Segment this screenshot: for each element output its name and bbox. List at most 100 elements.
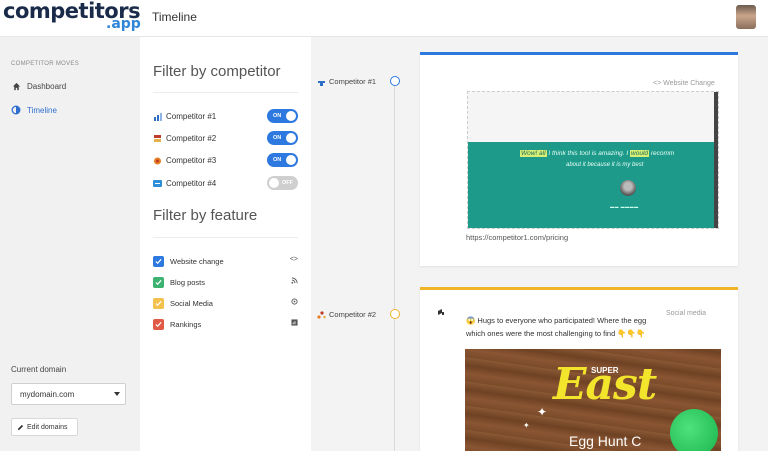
sparkle-icon: ✦ — [537, 405, 548, 419]
divider — [153, 237, 298, 238]
feature-filter-row[interactable]: Blog posts — [153, 276, 298, 288]
top-bar: competitors .app Timeline — [0, 0, 768, 37]
testimonial-avatar — [620, 180, 636, 196]
feature-filter-row[interactable]: Social Media — [153, 297, 298, 309]
toggle-knob — [269, 178, 279, 188]
user-avatar[interactable] — [736, 5, 756, 29]
social-media-card[interactable]: Social media 😱 Hugs to everyone who part… — [420, 287, 738, 451]
testimonial-text-line2: about it because it is my best — [566, 162, 644, 168]
divider — [153, 92, 298, 93]
screenshot-testimonial: Wow! all I think this tool is amazing. I… — [468, 142, 716, 228]
post-text: 😱 Hugs to everyone who participated! Whe… — [466, 316, 647, 338]
competitor-1-icon — [153, 112, 162, 121]
sidebar-item-label: Timeline — [27, 105, 57, 115]
code-icon: <> — [289, 256, 298, 263]
sidebar-item-timeline[interactable]: Timeline — [11, 105, 57, 115]
quote-text: I think this tool is amazing. I — [548, 150, 629, 157]
filter-panel: Filter by competitor Competitor #1 ON Co… — [140, 37, 311, 451]
domain-select[interactable]: mydomain.com — [11, 383, 126, 405]
timeline-icon — [11, 105, 21, 115]
testimonial-text: Wow! all I think this tool is amazing. I… — [520, 150, 674, 157]
competitor-3-icon — [153, 156, 162, 165]
card-type-tag: Social media — [666, 310, 707, 317]
competitor-name: Competitor #1 — [166, 111, 217, 121]
sparkle-icon: ✦ — [523, 421, 530, 430]
competitor-1-icon — [318, 81, 325, 86]
competitor-filter-row: Competitor #4 OFF — [153, 176, 298, 190]
page-title: Timeline — [152, 10, 197, 24]
current-domain-label: Current domain — [11, 365, 67, 374]
rss-icon — [291, 277, 298, 286]
checkbox-checked[interactable] — [153, 297, 164, 309]
home-icon — [11, 81, 21, 91]
filter-feature-title: Filter by feature — [153, 207, 258, 224]
highlight-added: Wow! all — [520, 150, 547, 157]
timeline-competitor-name: Competitor #1 — [329, 77, 377, 86]
website-screenshot[interactable]: Wow! all I think this tool is amazing. I… — [467, 91, 719, 229]
toggle-label: ON — [273, 135, 282, 141]
competitor-4-toggle[interactable]: OFF — [267, 176, 298, 190]
timeline-line — [394, 78, 395, 451]
scrollbar[interactable] — [714, 92, 718, 228]
highlight-added: would — [630, 150, 650, 157]
timeline-competitor-label[interactable]: Competitor #2 — [317, 310, 376, 319]
feature-filter-row[interactable]: Rankings — [153, 318, 298, 330]
feature-label: Website change — [170, 256, 224, 266]
testimonial-name: ▬▬ ▬▬▬▬ — [610, 204, 639, 209]
competitor-filter-row: Competitor #2 ON — [153, 131, 298, 145]
green-egg — [670, 409, 718, 451]
sidebar-item-label: Dashboard — [27, 81, 67, 91]
domain-select-value: mydomain.com — [20, 390, 75, 399]
website-change-card[interactable]: <> Website Change Wow! all I think this … — [420, 52, 738, 266]
card-type-tag: <> Website Change — [653, 80, 715, 87]
competitor-4-icon — [153, 179, 162, 188]
feature-filter-row[interactable]: Website change <> — [153, 255, 298, 267]
competitor-name: Competitor #2 — [166, 133, 217, 143]
toggle-label: ON — [273, 113, 282, 119]
sidebar-section-label: COMPETITOR MOVES — [11, 61, 80, 67]
edit-domains-button[interactable]: Edit domains — [11, 418, 78, 436]
social-network-icon — [438, 309, 444, 315]
timeline-dot — [390, 309, 400, 319]
competitor-2-icon — [317, 311, 326, 319]
pencil-icon — [17, 424, 24, 430]
competitor-filter-row: Competitor #3 ON — [153, 153, 298, 167]
sidebar-item-dashboard[interactable]: Dashboard — [11, 81, 66, 91]
caret-down-icon — [114, 392, 120, 396]
image-subtitle: Egg Hunt C — [569, 433, 642, 449]
logo-app-text: .app — [106, 16, 141, 32]
timeline-competitor-name: Competitor #2 — [329, 310, 377, 319]
checkbox-checked[interactable] — [153, 276, 164, 288]
image-title: East — [553, 359, 657, 410]
competitor-3-toggle[interactable]: ON — [267, 153, 298, 167]
feature-label: Blog posts — [170, 277, 206, 287]
edit-domains-label: Edit domains — [27, 423, 68, 431]
competitor-name: Competitor #3 — [166, 155, 217, 165]
competitor-filter-row: Competitor #1 ON — [153, 109, 298, 123]
app-logo[interactable]: competitors .app — [3, 0, 143, 36]
feature-label: Social Media — [170, 298, 213, 308]
timeline-competitor-label[interactable]: Competitor #1 — [317, 77, 376, 86]
page-url[interactable]: https://competitor1.com/pricing — [466, 233, 568, 242]
filter-competitor-title: Filter by competitor — [153, 63, 281, 80]
sidebar: COMPETITOR MOVES Dashboard Timeline Curr… — [0, 37, 140, 451]
competitor-2-icon — [153, 134, 162, 143]
competitor-1-toggle[interactable]: ON — [267, 109, 298, 123]
competitor-name: Competitor #4 — [166, 178, 217, 188]
toggle-label: OFF — [282, 180, 293, 186]
timeline-dot — [390, 76, 400, 86]
toggle-label: ON — [273, 157, 282, 163]
post-image[interactable]: SUPER East Egg Hunt C ✦ ✦ — [465, 349, 721, 451]
social-icon — [291, 298, 298, 307]
screenshot-header — [468, 92, 718, 142]
checkbox-checked[interactable] — [153, 255, 164, 267]
toggle-knob — [286, 155, 296, 165]
toggle-knob — [286, 133, 296, 143]
checkbox-checked[interactable] — [153, 318, 164, 330]
feature-label: Rankings — [170, 319, 202, 329]
toggle-knob — [286, 111, 296, 121]
quote-text: recomm — [650, 150, 675, 157]
timeline-area: Competitor #1 Competitor #2 <> Website C… — [311, 37, 768, 451]
competitor-2-toggle[interactable]: ON — [267, 131, 298, 145]
rankings-icon — [291, 319, 298, 328]
